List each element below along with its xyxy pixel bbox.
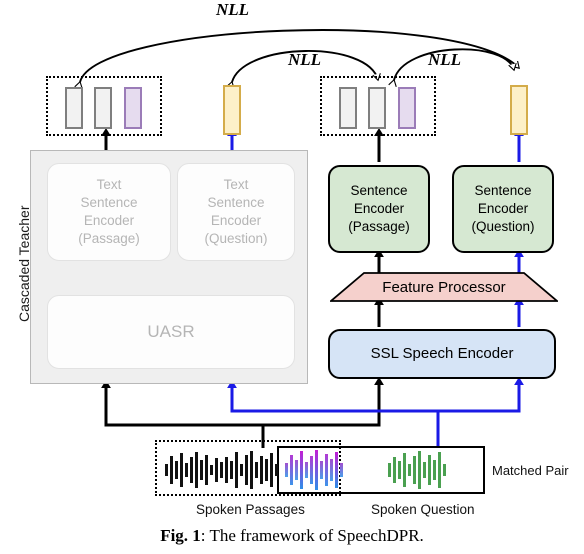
embedding-bar-highlight: [124, 87, 142, 129]
se-passage-line1: Sentence: [350, 183, 408, 199]
tse-question-line3: Encoder: [210, 213, 262, 228]
se-question-line1: Sentence: [474, 183, 532, 199]
tse-question-line1: Text: [223, 177, 249, 193]
figure-caption: Fig. 1: The framework of SpeechDPR.: [0, 526, 584, 546]
embedding-bar: [94, 87, 112, 129]
spoken-question-label: Spoken Question: [371, 502, 475, 517]
nll-label-right: NLL: [428, 50, 462, 69]
uasr-box: UASR: [47, 295, 295, 369]
uasr-label: UASR: [147, 321, 195, 341]
feature-processor: Feature Processor: [330, 272, 558, 302]
se-passage-line2: Encoder: [353, 201, 405, 217]
figure-caption-text: : The framework of SpeechDPR.: [200, 526, 424, 545]
tse-passage-line2: Sentence: [80, 195, 138, 211]
teacher-passage-embedding-group: [46, 76, 162, 136]
embedding-bar: [65, 87, 83, 129]
student-question-embedding: [510, 85, 528, 135]
waveform-passage-1: [165, 447, 223, 493]
spoken-passages-label: Spoken Passages: [196, 502, 305, 517]
figure-number: Fig. 1: [160, 526, 201, 545]
ssl-speech-encoder-label: SSL Speech Encoder: [370, 345, 514, 363]
nll-label-top: NLL: [216, 0, 250, 19]
embedding-bar: [368, 87, 386, 129]
feature-processor-label: Feature Processor: [382, 278, 506, 296]
figure-canvas: NLL NLL NLL Cascaded Teacher Text Senten…: [0, 0, 584, 554]
matched-pair-label: Matched Pair: [492, 463, 569, 478]
tse-question-line4: (Question): [204, 230, 268, 246]
tse-passage-line3: Encoder: [83, 213, 135, 228]
text-sentence-encoder-passage: Text Sentence Encoder (Passage): [47, 163, 171, 261]
waveform-matched-passage: [285, 447, 343, 493]
tse-passage-line1: Text: [96, 177, 122, 193]
tse-question-line2: Sentence: [207, 195, 265, 211]
teacher-question-embedding: [223, 85, 241, 135]
waveform-passage-2: [220, 447, 278, 493]
student-passage-embedding-group: [320, 76, 436, 136]
text-sentence-encoder-question: Text Sentence Encoder (Question): [177, 163, 295, 261]
cascaded-teacher-panel: Text Sentence Encoder (Passage) Text Sen…: [30, 150, 308, 384]
embedding-bar: [339, 87, 357, 129]
routing-passage-black: [101, 377, 384, 448]
tse-passage-line4: (Passage): [78, 230, 140, 246]
nll-label-middle: NLL: [288, 50, 322, 69]
se-passage-line3: (Passage): [348, 218, 410, 234]
sentence-encoder-passage: Sentence Encoder (Passage): [328, 165, 430, 253]
sentence-encoder-question: Sentence Encoder (Question): [452, 165, 554, 253]
se-question-line3: (Question): [471, 218, 535, 234]
embedding-bar-highlight: [398, 87, 416, 129]
routing-question-blue: [227, 377, 524, 448]
ssl-speech-encoder: SSL Speech Encoder: [328, 329, 556, 379]
se-question-line2: Encoder: [477, 201, 529, 217]
waveform-question: [388, 447, 446, 493]
